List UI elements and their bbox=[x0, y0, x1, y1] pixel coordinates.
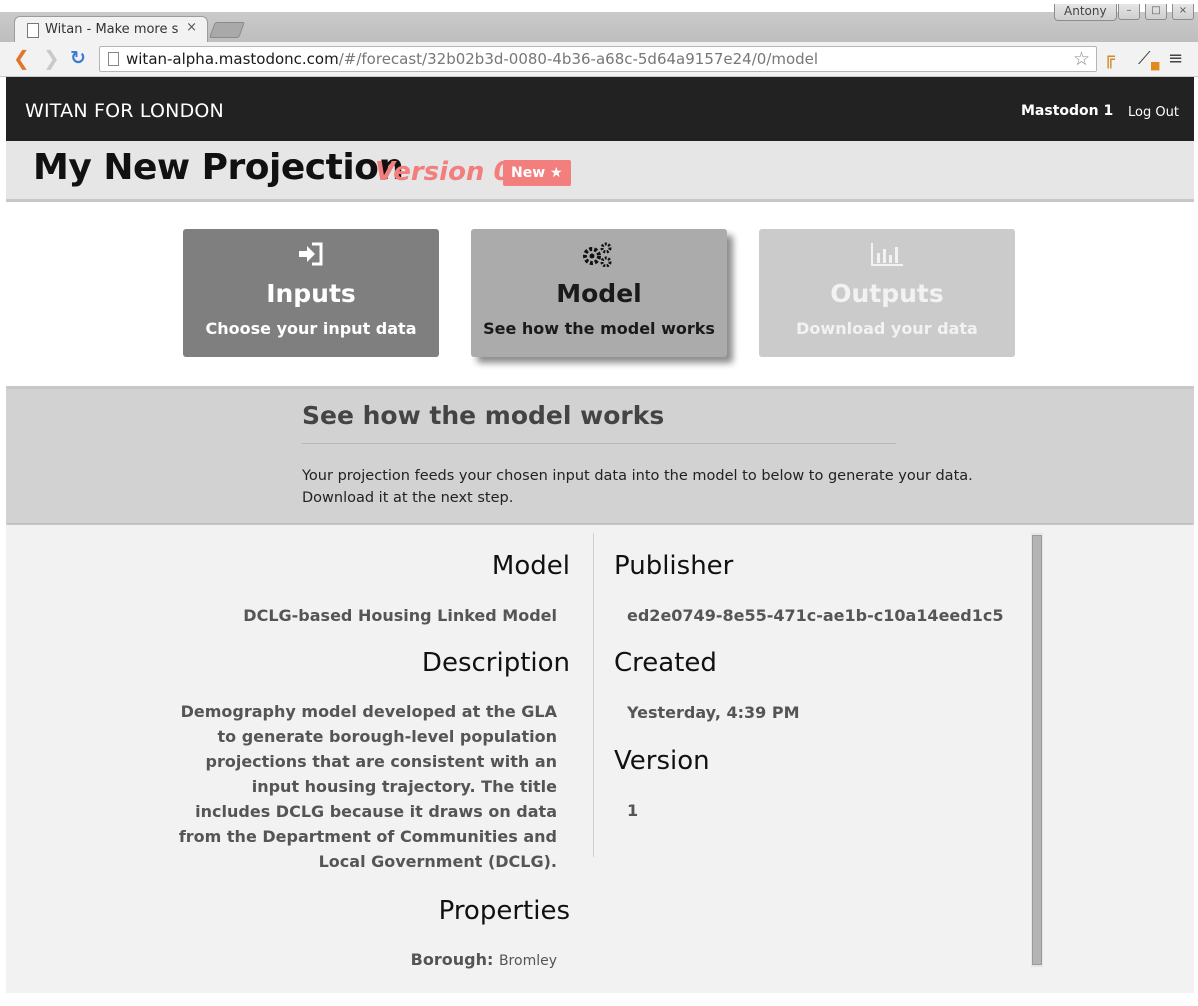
page-icon bbox=[27, 23, 39, 38]
model-heading: Model bbox=[491, 551, 570, 581]
extension-icon[interactable]: ╔ bbox=[1104, 49, 1115, 69]
section-description: Your projection feeds your chosen input … bbox=[302, 465, 1002, 509]
property-value: Bromley bbox=[498, 953, 557, 969]
description-heading: Description bbox=[421, 648, 570, 678]
star-icon: ★ bbox=[550, 165, 563, 181]
user-name[interactable]: Mastodon 1 bbox=[1021, 103, 1113, 119]
new-tab-button[interactable] bbox=[209, 22, 245, 38]
back-icon[interactable]: ❮ bbox=[13, 48, 30, 68]
projection-header: My New Projection Version 0 New ★ bbox=[6, 141, 1194, 202]
url-host: witan-alpha.mastodonc.com bbox=[126, 50, 339, 68]
step-model-button[interactable]: Model See how the model works bbox=[471, 229, 727, 357]
browser-toolbar: ❮ ❯ ↻ witan-alpha.mastodonc.com/#/foreca… bbox=[0, 42, 1198, 77]
publisher-heading: Publisher bbox=[614, 551, 734, 581]
brand-link[interactable]: WITAN FOR LONDON bbox=[25, 100, 224, 122]
version-heading: Version bbox=[614, 746, 710, 776]
menu-icon[interactable]: ≡ bbox=[1168, 49, 1183, 69]
step-title: Model bbox=[556, 279, 642, 308]
version-label: Version 0 bbox=[375, 157, 512, 187]
profile-button[interactable]: Antony bbox=[1054, 4, 1117, 21]
step-outputs-button[interactable]: Outputs Download your data bbox=[759, 229, 1015, 357]
step-title: Outputs bbox=[830, 279, 944, 308]
eyedropper-icon[interactable]: ⟋ bbox=[1138, 49, 1151, 69]
badge-label: New bbox=[511, 165, 546, 181]
browser-tab[interactable]: Witan - Make more s × bbox=[14, 16, 208, 43]
description-line: Download it at the next step. bbox=[302, 490, 514, 506]
tab-close-icon[interactable]: × bbox=[186, 20, 197, 35]
page-icon bbox=[108, 52, 119, 66]
step-subtitle: Download your data bbox=[796, 319, 978, 338]
reload-icon[interactable]: ↻ bbox=[70, 48, 86, 68]
scrollbar-thumb[interactable] bbox=[1032, 535, 1042, 965]
section-heading: See how the model works bbox=[302, 401, 665, 430]
minimize-button[interactable]: – bbox=[1118, 4, 1140, 20]
bar-chart-icon bbox=[871, 243, 903, 266]
close-window-button[interactable]: × bbox=[1172, 4, 1194, 20]
gears-icon bbox=[583, 242, 612, 267]
top-navbar: WITAN FOR LONDON Mastodon 1 Log Out bbox=[6, 77, 1194, 141]
new-badge: New ★ bbox=[503, 160, 571, 186]
web-page: WITAN FOR LONDON Mastodon 1 Log Out My N… bbox=[6, 77, 1194, 993]
extension-badge-icon: ■ bbox=[1150, 59, 1161, 72]
page-title: My New Projection bbox=[33, 147, 404, 188]
model-details: Model DCLG-based Housing Linked Model De… bbox=[6, 525, 1194, 993]
properties-heading: Properties bbox=[438, 896, 570, 926]
step-subtitle: Choose your input data bbox=[205, 319, 417, 338]
version-value: 1 bbox=[627, 801, 639, 820]
column-divider bbox=[593, 533, 594, 857]
url-text: witan-alpha.mastodonc.com/#/forecast/32b… bbox=[126, 50, 818, 68]
step-title: Inputs bbox=[266, 279, 356, 308]
description-value: Demography model developed at the GLA to… bbox=[178, 702, 557, 871]
created-value: Yesterday, 4:39 PM bbox=[627, 703, 800, 722]
created-heading: Created bbox=[614, 648, 717, 678]
workflow-steps: Inputs Choose your input data Model See … bbox=[6, 202, 1194, 389]
logout-link[interactable]: Log Out bbox=[1128, 105, 1179, 120]
property-key: Borough: bbox=[410, 950, 494, 969]
publisher-value: ed2e0749-8e55-471c-ae1b-c10a14eed1c5 bbox=[627, 606, 1004, 625]
window-titlebar bbox=[0, 0, 1198, 12]
divider bbox=[302, 443, 896, 444]
forward-icon[interactable]: ❯ bbox=[43, 48, 60, 68]
browser-tabstrip: Antony – □ × Witan - Make more s × bbox=[0, 0, 1198, 44]
bookmark-star-icon[interactable]: ☆ bbox=[1073, 48, 1090, 70]
address-bar[interactable]: witan-alpha.mastodonc.com/#/forecast/32b… bbox=[99, 46, 1097, 72]
description-line: Your projection feeds your chosen input … bbox=[302, 468, 973, 484]
step-info-panel: See how the model works Your projection … bbox=[6, 389, 1194, 523]
sign-in-icon bbox=[299, 242, 323, 266]
step-inputs-button[interactable]: Inputs Choose your input data bbox=[183, 229, 439, 357]
maximize-button[interactable]: □ bbox=[1145, 4, 1167, 20]
model-value: DCLG-based Housing Linked Model bbox=[243, 606, 557, 625]
property-row: Borough: Bromley bbox=[411, 947, 557, 974]
url-path: /#/forecast/32b02b3d-0080-4b36-a68c-5d64… bbox=[338, 50, 819, 68]
tab-title: Witan - Make more s bbox=[45, 22, 179, 37]
step-subtitle: See how the model works bbox=[483, 319, 715, 338]
